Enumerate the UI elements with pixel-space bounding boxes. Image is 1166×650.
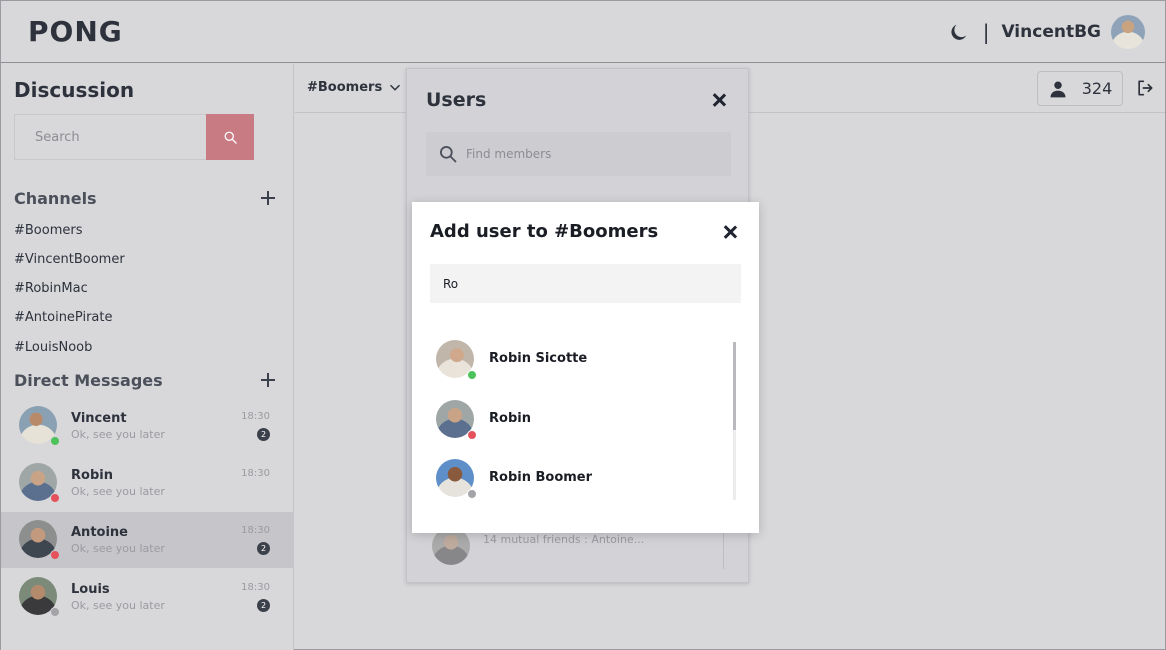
- unread-badge: 2: [257, 542, 270, 555]
- unread-badge: 2: [257, 428, 270, 441]
- channel-item[interactable]: #AntoinePirate: [14, 310, 113, 325]
- dm-time: 18:30: [241, 468, 270, 479]
- search-button[interactable]: [206, 114, 254, 160]
- status-dot: [50, 607, 60, 617]
- search-icon: [440, 146, 457, 163]
- status-dot: [467, 489, 477, 499]
- add-dm-icon[interactable]: [261, 373, 275, 387]
- avatar: [19, 406, 60, 446]
- avatar: [436, 340, 477, 380]
- dm-last-message: Ok, see you later: [71, 542, 165, 555]
- avatar: [436, 400, 477, 440]
- user-search-input[interactable]: [430, 264, 741, 303]
- user-result-item[interactable]: Robin: [430, 393, 720, 445]
- avatar: [436, 459, 477, 499]
- channel-item[interactable]: #VincentBoomer: [14, 252, 125, 267]
- find-members-bar: [426, 132, 731, 176]
- dm-name: Vincent: [71, 411, 127, 426]
- dm-last-message: Ok, see you later: [71, 428, 165, 441]
- dm-item-louis[interactable]: Louis Ok, see you later 18:30 2: [1, 569, 294, 625]
- unread-badge: 2: [257, 599, 270, 612]
- status-dot: [50, 493, 60, 503]
- scrollbar-thumb[interactable]: [733, 342, 736, 430]
- logout-icon[interactable]: [1135, 78, 1157, 100]
- avatar: [19, 463, 60, 503]
- moon-icon[interactable]: [947, 20, 971, 44]
- sidebar: Discussion Channels #Boomers #VincentBoo…: [1, 64, 294, 650]
- chevron-down-icon: [390, 84, 400, 90]
- status-dot: [467, 370, 477, 380]
- search-icon: [224, 131, 237, 144]
- direct-messages-heading: Direct Messages: [14, 371, 163, 390]
- user-result-item[interactable]: Robin Sicotte: [430, 333, 720, 385]
- app-logo[interactable]: PONG: [28, 15, 123, 48]
- search-bar: [14, 114, 254, 160]
- result-name: Robin Boomer: [489, 470, 593, 485]
- dm-item-antoine[interactable]: Antoine Ok, see you later 18:30 2: [1, 512, 294, 568]
- dm-time: 18:30: [241, 582, 270, 593]
- user-area: | VincentBG: [947, 15, 1145, 49]
- channels-heading: Channels: [14, 189, 97, 208]
- channel-item[interactable]: #LouisNoob: [14, 340, 92, 355]
- avatar: [19, 577, 60, 617]
- avatar: [19, 520, 60, 560]
- status-dot: [467, 430, 477, 440]
- dm-name: Robin: [71, 468, 113, 483]
- user-result-item[interactable]: Robin Boomer: [430, 452, 720, 504]
- dm-last-message: Ok, see you later: [71, 485, 165, 498]
- result-name: Robin: [489, 411, 531, 426]
- dm-name: Louis: [71, 582, 110, 597]
- close-icon[interactable]: [723, 225, 737, 239]
- mutual-friends-text: 14 mutual friends : Antoine...: [483, 533, 645, 546]
- channel-selector[interactable]: #Boomers: [307, 80, 402, 95]
- user-avatar[interactable]: [1111, 15, 1145, 49]
- modal-title: Add user to #Boomers: [430, 221, 659, 242]
- status-dot: [50, 436, 60, 446]
- app-window: PONG | VincentBG Discussion Channels #Bo…: [0, 0, 1166, 650]
- add-user-modal: Add user to #Boomers Robin Sicotte Robin…: [412, 202, 759, 533]
- users-panel-title: Users: [426, 89, 487, 111]
- sidebar-title: Discussion: [14, 78, 135, 102]
- dm-time: 18:30: [241, 525, 270, 536]
- scrollbar[interactable]: [733, 342, 736, 500]
- channel-item[interactable]: #RobinMac: [14, 281, 88, 296]
- members-button[interactable]: 324: [1037, 71, 1123, 106]
- members-count: 324: [1081, 79, 1113, 98]
- dm-name: Antoine: [71, 525, 128, 540]
- top-bar: PONG | VincentBG: [1, 1, 1165, 63]
- channel-item[interactable]: #Boomers: [14, 223, 83, 238]
- dm-time: 18:30: [241, 411, 270, 422]
- search-input[interactable]: [14, 114, 206, 160]
- find-members-input[interactable]: [466, 147, 706, 161]
- status-dot: [50, 550, 60, 560]
- close-icon[interactable]: [712, 93, 726, 107]
- result-name: Robin Sicotte: [489, 351, 588, 366]
- dm-item-vincent[interactable]: Vincent Ok, see you later 18:30 2: [1, 398, 294, 454]
- username[interactable]: VincentBG: [1001, 22, 1101, 42]
- add-channel-icon[interactable]: [261, 191, 275, 205]
- header-separator: |: [982, 20, 990, 44]
- user-icon: [1050, 81, 1066, 97]
- dm-item-robin[interactable]: Robin Ok, see you later 18:30: [1, 455, 294, 511]
- current-channel: #Boomers: [307, 80, 383, 95]
- dm-last-message: Ok, see you later: [71, 599, 165, 612]
